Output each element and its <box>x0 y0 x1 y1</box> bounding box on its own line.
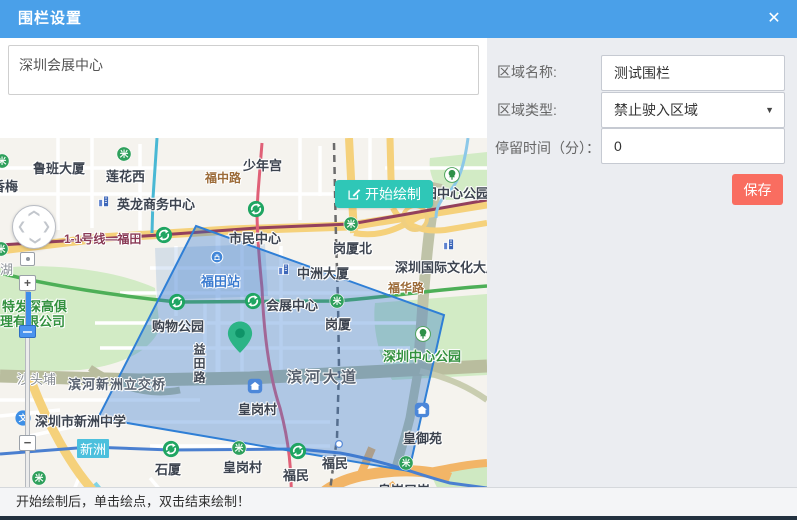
svg-text:米: 米 <box>347 218 356 229</box>
area-type-select[interactable]: 禁止驶入区域 ▼ <box>601 92 785 128</box>
fence-settings-dialog: 围栏设置 ✕ 深圳会展中心 <box>0 0 797 520</box>
svg-text:米: 米 <box>0 155 7 166</box>
save-button[interactable]: 保存 <box>732 174 783 205</box>
map-pane: 深圳会展中心 <box>0 38 487 487</box>
transfer-icon <box>156 227 173 244</box>
map-label: 鲁班大厦 <box>33 158 85 177</box>
map-label: 滨河新洲立交桥 <box>68 374 166 393</box>
transfer-icon <box>248 201 265 218</box>
svg-text:米: 米 <box>333 295 342 306</box>
building-icon <box>97 194 112 209</box>
map-label: 中洲大厦 <box>297 263 349 282</box>
draw-hint-text: 开始绘制后，单击绘点，双击结束绘制！ <box>16 488 250 516</box>
home-icon <box>247 378 263 394</box>
dialog-header: 围栏设置 ✕ <box>0 0 797 38</box>
close-icon[interactable]: ✕ <box>763 8 785 30</box>
settings-panel: 区域名称: 区域类型: 禁止驶入区域 ▼ 停留时间（分）： 保存 <box>487 38 797 487</box>
map-label: 英龙商务中心 <box>117 194 195 213</box>
map-label: 滨河大道 <box>287 366 359 387</box>
dialog-bottom-border <box>0 516 797 520</box>
transfer-icon <box>163 441 180 458</box>
map-label: 深圳市新洲中学 <box>35 411 126 430</box>
map-label: 皇岗村 <box>223 457 262 476</box>
home-icon <box>414 402 430 418</box>
hint-bar: 开始绘制后，单击绘点，双击结束绘制！ <box>0 487 797 516</box>
area-type-label: 区域类型: <box>497 100 557 120</box>
map-label: 香梅 <box>0 176 18 195</box>
dialog-title: 围栏设置 <box>18 0 82 38</box>
start-draw-button[interactable]: 开始绘制 <box>335 180 433 208</box>
zoom-slider-thumb[interactable] <box>19 325 36 338</box>
map-label: 福华路 <box>388 279 424 296</box>
map-canvas[interactable]: 米米米米米米米米文鲁班大厦莲花西少年宫福中路香梅英龙商务中心1-1号线—福田市民… <box>0 138 487 520</box>
map-label: 深圳中心公园 <box>383 346 461 365</box>
zoom-slider-fill <box>26 292 31 326</box>
map-label: 田中心公园 <box>424 183 487 202</box>
transfer-icon <box>169 294 186 311</box>
svg-text:米: 米 <box>120 148 129 159</box>
building-icon <box>277 262 292 277</box>
transfer-icon <box>245 293 262 310</box>
stay-time-input[interactable] <box>601 128 785 164</box>
svg-text:米: 米 <box>402 457 411 468</box>
metro-icon: 米 <box>32 471 47 486</box>
chevron-down-icon: ▼ <box>765 93 774 127</box>
map-label: 福中路 <box>205 169 241 186</box>
map-label: 市民中心 <box>229 228 281 247</box>
map-label: 莲花西 <box>106 166 145 185</box>
pan-up-icon[interactable]: ❮ <box>28 209 41 218</box>
metro-icon: 米 <box>344 217 359 232</box>
map-label: 岗厦 <box>325 314 351 333</box>
map-label: 岗厦北 <box>333 238 372 257</box>
map-label: 皇御苑 <box>403 428 442 447</box>
map-label: 石厦 <box>155 459 181 478</box>
transfer-icon <box>290 443 307 460</box>
draw-pencil-icon <box>347 187 361 201</box>
map-label: 福民 <box>283 465 309 484</box>
zoom-in-button[interactable]: + <box>19 275 36 291</box>
reset-zoom-button[interactable] <box>20 252 35 266</box>
search-input[interactable]: 深圳会展中心 <box>8 45 479 95</box>
map-label: 皇岗村 <box>238 399 277 418</box>
map-label: 会展中心 <box>266 295 318 314</box>
metro-icon: 米 <box>232 441 247 456</box>
map-label: 1-1号线—福田 <box>64 230 141 247</box>
metro-icon: 米 <box>0 242 9 257</box>
pan-right-icon[interactable]: ❯ <box>42 220 51 233</box>
station-icon <box>210 250 224 264</box>
map-label: 购物公园 <box>152 316 204 335</box>
stay-time-label: 停留时间（分）： <box>495 138 600 158</box>
area-type-value: 禁止驶入区域 <box>614 102 698 118</box>
map-label: 少年宫 <box>243 155 282 174</box>
map-label: 福民 <box>322 453 348 472</box>
map-label: 深圳国际文化大厦 <box>395 257 487 276</box>
svg-text:米: 米 <box>35 472 44 483</box>
metro-icon: 米 <box>399 456 414 471</box>
svg-text:米: 米 <box>0 243 6 254</box>
metro-icon: 米 <box>117 147 132 162</box>
metro-icon: 米 <box>0 154 10 169</box>
pan-left-icon[interactable]: ❮ <box>17 220 26 233</box>
pan-down-icon[interactable]: ❮ <box>28 236 41 245</box>
map-label: 新洲 <box>77 439 109 458</box>
svg-text:米: 米 <box>235 442 244 453</box>
map-label: 沙头埔 <box>17 369 56 388</box>
area-name-label: 区域名称: <box>497 62 557 82</box>
map-label: 福田站 <box>201 271 240 290</box>
zoom-out-button[interactable]: − <box>19 435 36 451</box>
pan-control[interactable]: ❮ ❮ ❮ ❯ <box>12 205 56 249</box>
map-label: 湖 <box>0 259 13 278</box>
map-label: 益田路 <box>191 343 208 385</box>
tree-icon <box>415 326 431 342</box>
circle-icon <box>335 440 344 449</box>
area-name-input[interactable] <box>601 55 785 91</box>
tree-icon <box>444 167 460 183</box>
map-pin <box>227 320 253 354</box>
draw-button-label: 开始绘制 <box>365 184 421 204</box>
building-icon <box>442 237 457 252</box>
metro-icon: 米 <box>330 294 345 309</box>
